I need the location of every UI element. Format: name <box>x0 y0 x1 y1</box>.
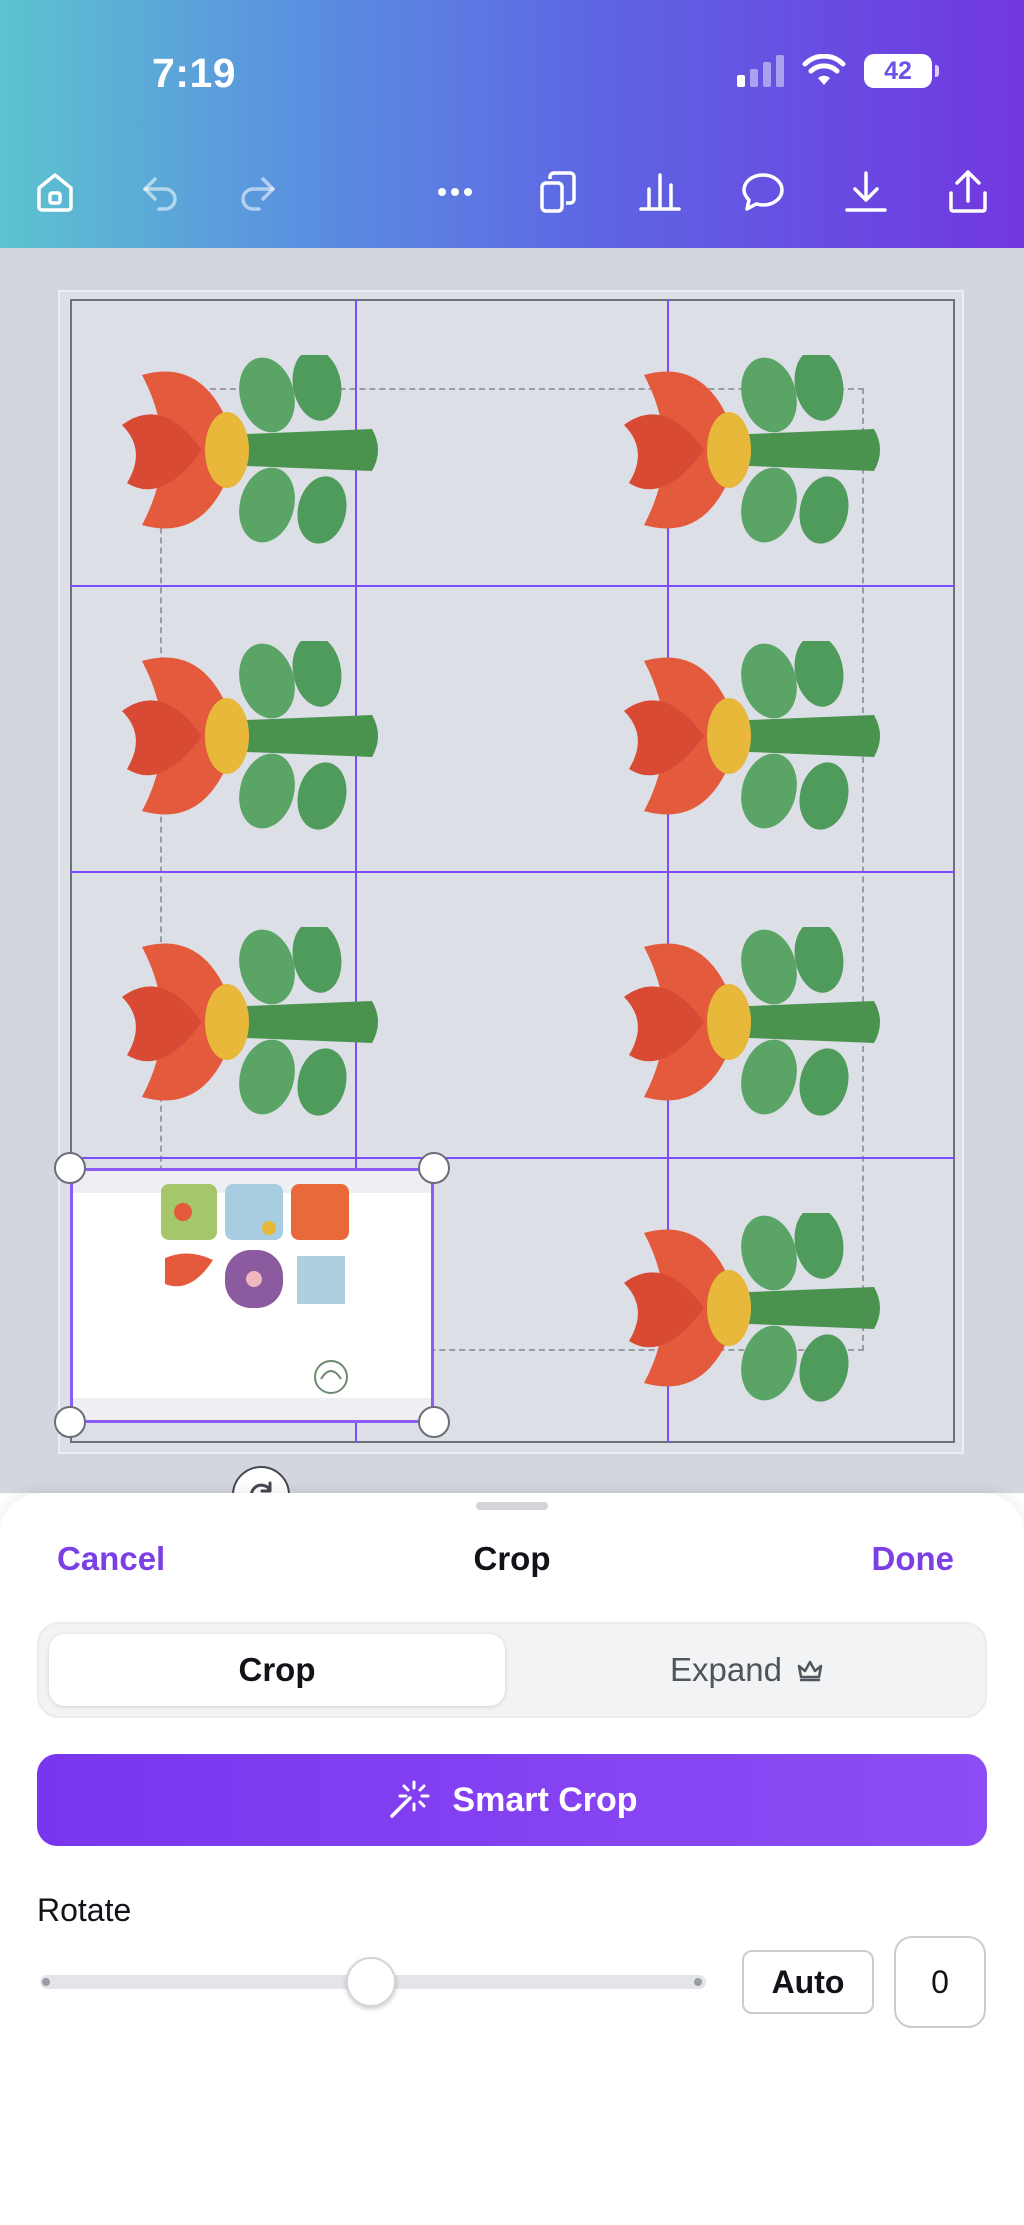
done-button[interactable]: Done <box>872 1540 955 1578</box>
auto-rotate-button[interactable]: Auto <box>742 1950 874 2014</box>
tulip-image[interactable] <box>122 927 392 1117</box>
tulip-image[interactable] <box>624 355 894 545</box>
crop-handle-bottom-left[interactable] <box>54 1406 86 1438</box>
crop-handle-bottom-right[interactable] <box>418 1406 450 1438</box>
crown-icon <box>797 1660 823 1682</box>
chart-icon[interactable] <box>630 162 690 222</box>
grid-guide-horizontal <box>70 585 955 587</box>
sheet-title: Crop <box>473 1540 551 1577</box>
crop-mode-segmented-control: Crop Expand <box>37 1622 987 1718</box>
grid-guide-horizontal <box>70 1157 955 1159</box>
rotate-angle-input[interactable]: 0 <box>894 1936 986 2028</box>
crop-image-margin <box>73 1398 431 1420</box>
rotate-slider-thumb[interactable] <box>346 1957 396 2007</box>
tab-expand[interactable]: Expand <box>515 1634 979 1706</box>
comment-icon[interactable] <box>733 162 793 222</box>
sheet-grabber[interactable] <box>476 1502 548 1510</box>
crop-sheet <box>0 1493 1024 2225</box>
tulip-image[interactable] <box>624 1213 894 1403</box>
more-icon[interactable] <box>425 162 485 222</box>
tulip-image[interactable] <box>624 641 894 831</box>
download-icon[interactable] <box>836 162 896 222</box>
tulip-image[interactable] <box>624 927 894 1117</box>
magic-sparkle-icon <box>390 1780 430 1818</box>
botanical-thumbnail <box>161 1184 349 1308</box>
angle-value: 0 <box>931 1963 949 2000</box>
rotate-label: Rotate <box>37 1892 132 1928</box>
share-icon[interactable] <box>938 162 998 222</box>
smart-crop-label: Smart Crop <box>452 1780 638 1819</box>
auto-label: Auto <box>771 1963 845 2000</box>
grid-guide-horizontal <box>70 871 955 873</box>
crop-handle-top-right[interactable] <box>418 1152 450 1184</box>
cellular-signal-icon <box>737 55 784 87</box>
slider-max-dot <box>694 1978 702 1986</box>
undo-icon[interactable] <box>130 162 190 222</box>
redo-icon[interactable] <box>228 162 288 222</box>
editor-toolbar <box>0 162 1024 222</box>
copy-icon[interactable] <box>528 162 588 222</box>
status-icons: 42 <box>737 54 939 88</box>
top-header: 7:19 42 <box>0 0 1024 248</box>
home-icon[interactable] <box>25 162 85 222</box>
status-time: 7:19 <box>152 50 237 96</box>
wifi-icon <box>802 54 846 85</box>
tulip-image[interactable] <box>122 355 392 545</box>
battery-icon: 42 <box>864 54 939 88</box>
smart-crop-button[interactable]: Smart Crop <box>37 1754 987 1846</box>
tulip-image[interactable] <box>122 641 392 831</box>
crop-handle-top-left[interactable] <box>54 1152 86 1184</box>
signature-stamp <box>314 1360 348 1394</box>
selected-crop-image[interactable] <box>70 1168 434 1423</box>
tab-crop[interactable]: Crop <box>49 1634 505 1706</box>
slider-min-dot <box>42 1978 50 1986</box>
tab-crop-label: Crop <box>238 1651 316 1688</box>
battery-level: 42 <box>884 56 912 85</box>
tab-expand-label: Expand <box>670 1651 782 1688</box>
